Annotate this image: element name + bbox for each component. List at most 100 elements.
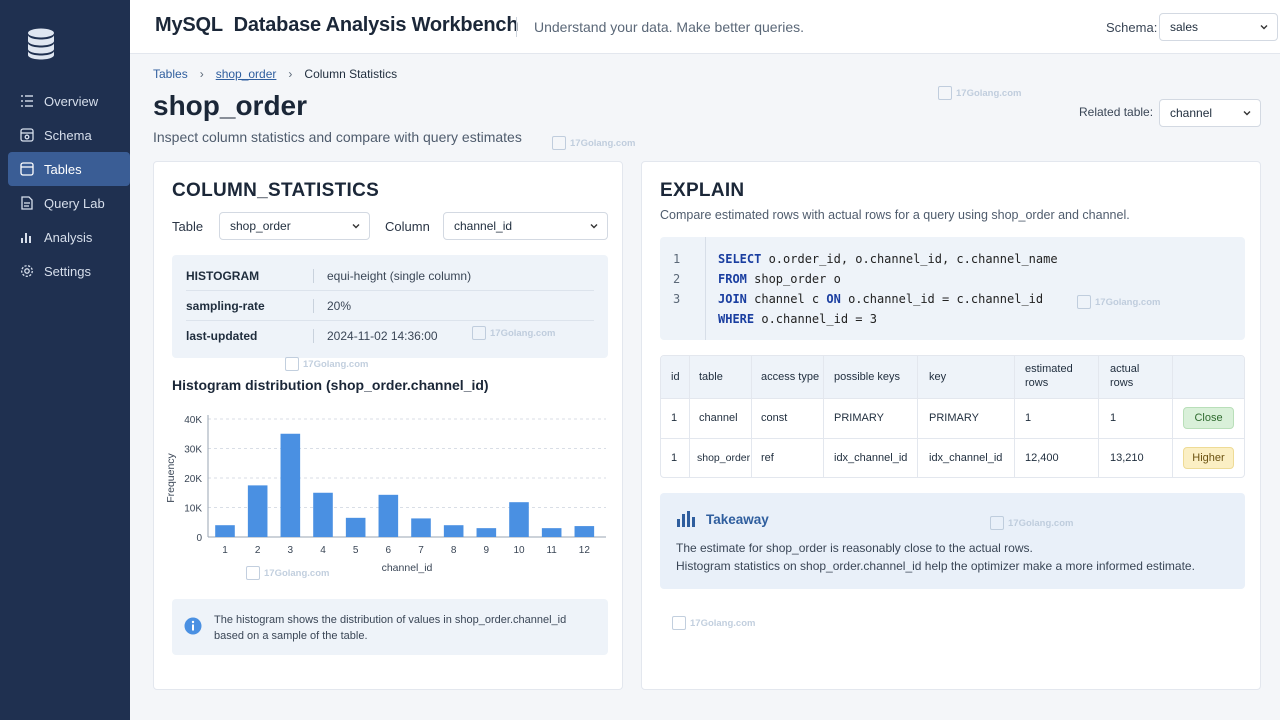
column-select[interactable]: channel_id (443, 212, 608, 240)
schema-icon (20, 128, 34, 142)
x-tick-label: 2 (255, 545, 261, 556)
histogram-bar (345, 517, 366, 537)
sidebar-item-settings[interactable]: Settings (8, 254, 130, 288)
column-divider (917, 356, 918, 477)
column-statistics-title: COLUMN_STATISTICS (172, 180, 380, 201)
breadcrumb-shop-order[interactable]: shop_order (216, 67, 277, 81)
histogram-bar (247, 485, 268, 537)
x-tick-label: 6 (386, 545, 392, 556)
app-tagline: Understand your data. Make better querie… (534, 19, 805, 35)
app-title: MySQL Database Analysis Workbench (155, 14, 519, 37)
page-subtitle: Inspect column statistics and compare wi… (153, 129, 522, 145)
stat-divider (313, 299, 314, 313)
table-row: 1 channel const PRIMARY PRIMARY 1 1 Clos… (661, 398, 1244, 438)
breadcrumb-tables[interactable]: Tables (153, 67, 188, 81)
explain-table: id table access type possible keys key e… (660, 355, 1245, 478)
schema-select-value: sales (1170, 20, 1199, 34)
watermark-text: 17Golang.com (264, 567, 330, 579)
column-divider (689, 356, 690, 477)
histogram-bar (574, 526, 595, 537)
stat-value: 20% (327, 299, 352, 313)
takeaway-line: The estimate for shop_order is reasonabl… (676, 541, 1033, 555)
watermark-logo: 17Golang.com (552, 136, 635, 150)
bar-chart-icon (21, 233, 31, 243)
related-table-label: Related table: (1079, 105, 1154, 119)
cell-actual-rows: 13,210 (1110, 452, 1144, 464)
table-select[interactable]: shop_order (219, 212, 370, 240)
sql-text: o.channel_id = 3 (754, 312, 877, 326)
column-header: table (699, 371, 723, 383)
cell-possible-keys: idx_channel_id (834, 452, 908, 464)
sidebar-item-label: Overview (44, 93, 99, 109)
cell-key: idx_channel_id (929, 452, 1003, 464)
table-row: 1 shop_order ref idx_channel_id idx_chan… (661, 438, 1244, 477)
explain-title: EXPLAIN (660, 180, 745, 201)
histogram-stats: HISTOGRAM equi-height (single column) sa… (172, 255, 608, 358)
page-title: shop_order (153, 90, 308, 121)
code-gutter: 1 2 3 (660, 237, 706, 340)
y-tick-label: 40K (184, 415, 202, 426)
column-select-value: channel_id (454, 219, 513, 233)
column-header: possible keys (834, 371, 901, 383)
cell-id: 1 (671, 452, 678, 464)
sql-keyword: JOIN (718, 292, 747, 306)
column-divider (1014, 356, 1015, 477)
column-header: access type (761, 371, 820, 383)
stat-divider (313, 329, 314, 343)
table-header: id table access type possible keys key e… (661, 356, 1244, 398)
y-tick-label: 0 (196, 533, 202, 544)
histogram-bar (541, 528, 562, 537)
x-tick-label: 7 (418, 545, 424, 556)
watermark-text: 17Golang.com (956, 87, 1022, 99)
app-header: MySQL Database Analysis Workbench Unders… (130, 0, 1280, 54)
schema-select[interactable]: sales (1159, 13, 1278, 41)
explain-card: EXPLAIN Compare estimated rows with actu… (641, 161, 1261, 690)
column-divider (823, 356, 824, 477)
schema-label: Schema: (1106, 20, 1158, 35)
header-divider (516, 17, 517, 37)
sidebar-item-schema[interactable]: Schema (8, 118, 130, 152)
gear-icon (21, 265, 33, 277)
sidebar-item-overview[interactable]: Overview (8, 84, 130, 118)
watermark-logo: 17Golang.com (285, 357, 368, 371)
stat-key: sampling-rate (186, 299, 265, 313)
stat-divider (313, 269, 314, 283)
histogram-bar (378, 494, 399, 537)
watermark-logo: 17Golang.com (1077, 295, 1160, 309)
stat-row: sampling-rate 20% (186, 291, 594, 321)
x-axis-label: channel_id (382, 562, 433, 574)
histogram-bar (476, 528, 497, 537)
y-tick-label: 10K (184, 504, 202, 515)
status-badge-close: Close (1183, 407, 1234, 429)
sql-text: o.channel_id = c.channel_id (840, 292, 1044, 306)
sql-keyword: WHERE (718, 312, 755, 326)
sidebar-item-label: Settings (44, 263, 91, 279)
stat-value: 2024-11-02 14:36:00 (327, 329, 438, 343)
watermark-text: 17Golang.com (1095, 296, 1161, 308)
sidebar-item-label: Analysis (44, 229, 93, 245)
stat-key: last-updated (186, 329, 258, 343)
histogram-bar (443, 525, 464, 537)
x-tick-label: 5 (353, 545, 359, 556)
code-line: FROM shop_order o (718, 272, 841, 286)
related-table-select[interactable]: channel (1159, 99, 1261, 127)
cell-estimated-rows: 12,400 (1025, 452, 1059, 464)
column-header: key (929, 371, 947, 383)
bar-chart-icon (677, 511, 695, 527)
stat-value: equi-height (single column) (327, 269, 472, 283)
line-number: 2 (673, 272, 681, 286)
document-icon (21, 196, 33, 210)
watermark-text: 17Golang.com (303, 358, 369, 370)
watermark-logo: 17Golang.com (990, 516, 1073, 530)
stat-key: HISTOGRAM (186, 269, 260, 283)
takeaway-box: Takeaway The estimate for shop_order is … (660, 493, 1245, 589)
x-tick-label: 8 (451, 545, 457, 556)
sidebar-item-tables[interactable]: Tables (8, 152, 130, 186)
histogram-bar (215, 525, 235, 537)
sidebar-item-analysis[interactable]: Analysis (8, 220, 130, 254)
x-tick-label: 10 (513, 545, 525, 556)
cell-table: shop_order (697, 452, 751, 464)
takeaway-line: Histogram statistics on shop_order.chann… (676, 559, 1195, 573)
y-tick-label: 30K (184, 445, 202, 456)
sidebar-item-query-lab[interactable]: Query Lab (8, 186, 130, 220)
